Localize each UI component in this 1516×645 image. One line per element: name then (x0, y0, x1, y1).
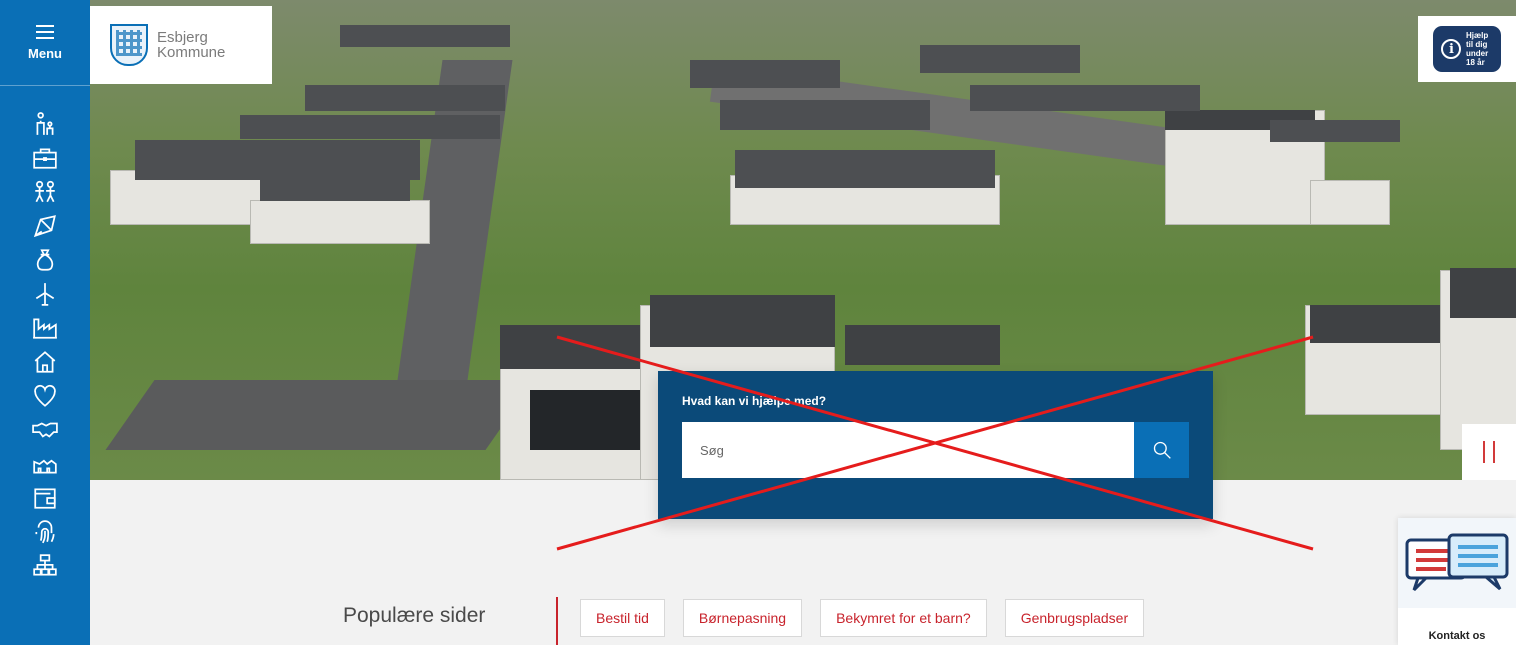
logo-line2: Kommune (157, 44, 226, 61)
logo-line1: Esbjerg (157, 29, 208, 46)
chat-bubbles-icon (1398, 518, 1516, 608)
search-button[interactable] (1134, 422, 1189, 478)
search-icon (1153, 441, 1171, 459)
badge-line-2: til dig (1466, 40, 1488, 49)
fingerprint-icon[interactable] (25, 516, 65, 547)
menu-button[interactable]: Menu (0, 0, 90, 86)
sidebar: Menu (0, 0, 90, 645)
search-panel: Hvad kan vi hjælpe med? (658, 371, 1213, 519)
learning-icon[interactable] (25, 210, 65, 241)
search-input[interactable] (682, 422, 1134, 478)
town-icon[interactable] (25, 448, 65, 479)
pause-video-button[interactable] (1462, 424, 1516, 480)
popular-link-boernepasning[interactable]: Børnepasning (682, 599, 803, 637)
contact-label: Kontakt os (1428, 630, 1486, 642)
popular-link-genbrugspladser[interactable]: Genbrugspladser (1004, 599, 1145, 637)
search-row (682, 422, 1189, 478)
hamburger-icon (36, 24, 54, 39)
handshake-icon[interactable] (25, 414, 65, 445)
badge-line-1: Hjælp (1466, 31, 1489, 40)
contact-widget[interactable]: Kontakt os (1398, 518, 1516, 645)
badge-line-3: under (1466, 49, 1489, 58)
children-icon[interactable] (25, 176, 65, 207)
help-under-18-badge[interactable]: Hjælp til dig under 18 år (1418, 16, 1516, 82)
badge-line-4: 18 år (1466, 58, 1485, 67)
popular-link-bestil-tid[interactable]: Bestil tid (580, 599, 665, 637)
crest-icon (110, 24, 148, 66)
heart-icon[interactable] (25, 380, 65, 411)
popular-link-bekymret[interactable]: Bekymret for et barn? (820, 599, 987, 637)
home-icon[interactable] (25, 346, 65, 377)
info-icon (1441, 39, 1461, 59)
money-bag-icon[interactable] (25, 244, 65, 275)
popular-divider (556, 597, 558, 645)
sidebar-icon-list (25, 86, 65, 584)
pause-icon (1483, 441, 1485, 463)
search-question: Hvad kan vi hjælpe med? (682, 394, 827, 408)
briefcase-icon[interactable] (25, 142, 65, 173)
popular-title: Populære sider (343, 604, 486, 627)
wallet-icon[interactable] (25, 482, 65, 513)
family-icon[interactable] (25, 108, 65, 139)
esbjerg-kommune-logo[interactable]: Esbjerg Kommune (90, 6, 272, 84)
sitemap-icon[interactable] (25, 550, 65, 581)
windmill-icon[interactable] (25, 278, 65, 309)
menu-label: Menu (28, 45, 62, 61)
factory-icon[interactable] (25, 312, 65, 343)
popular-links: Bestil tid Børnepasning Bekymret for et … (580, 599, 1162, 637)
page: Esbjerg Kommune Hjælp til dig under 18 å… (0, 0, 1516, 645)
